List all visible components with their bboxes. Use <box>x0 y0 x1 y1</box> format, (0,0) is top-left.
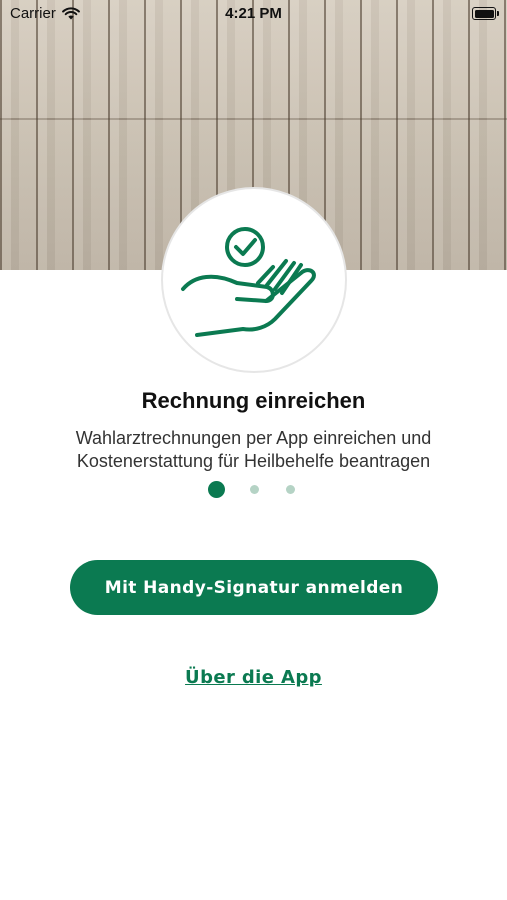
about-app-link[interactable]: Über die App <box>0 667 507 688</box>
hand-with-checkmark-icon <box>181 227 316 337</box>
handy-signatur-login-button[interactable]: Mit Handy-Signatur anmelden <box>70 560 438 615</box>
battery-icon <box>472 7 499 20</box>
page-title: Rechnung einreichen <box>141 388 366 413</box>
subtitle-line-1: Wahlarztrechnungen per App einreichen un… <box>75 428 432 448</box>
status-time: 4:21 PM <box>225 5 282 22</box>
page-dot-1[interactable] <box>208 481 225 498</box>
status-bar: Carrier 4:21 PM <box>0 0 507 30</box>
illustration-circle <box>161 187 347 373</box>
page-dot-2[interactable] <box>250 485 259 494</box>
page-dot-3[interactable] <box>286 485 295 494</box>
page-subtitle: Wahlarztrechnungen per App einreichen un… <box>20 427 487 473</box>
subtitle-line-2: Kostenerstattung für Heilbehelfe beantra… <box>76 451 431 471</box>
page-indicator <box>0 481 507 499</box>
